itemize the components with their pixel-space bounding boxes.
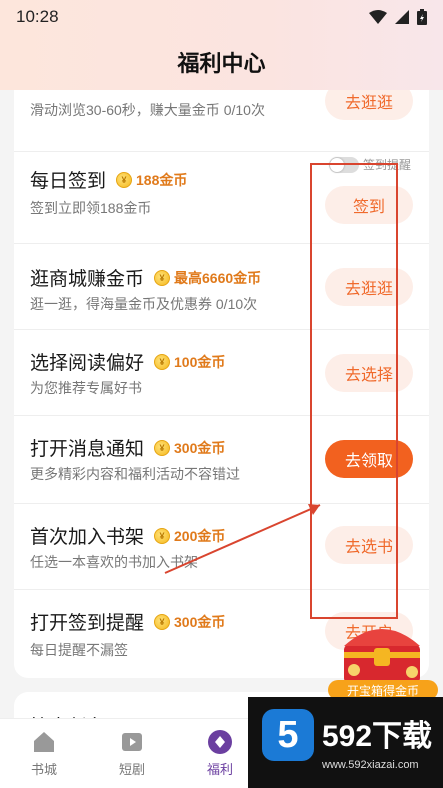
coin-icon: ¥ xyxy=(154,527,171,544)
tab-label: 书城 xyxy=(30,762,57,777)
task-title: 打开签到提醒 xyxy=(30,613,145,634)
task-reward: ¥100金币 xyxy=(154,352,225,372)
coin-icon: ¥ xyxy=(154,353,171,370)
task-desc: 签到立即领188金币 xyxy=(30,200,152,216)
task-row: 选择阅读偏好 ¥100金币 为您推荐专属好书 去选择 xyxy=(14,330,429,416)
task-card: 滑动浏览30-60秒，赚大量金币 0/10次 去逛逛 每日签到 ¥188金币 签… xyxy=(14,90,429,678)
page-title: 福利中心 xyxy=(177,51,266,76)
status-bar: 10:28 xyxy=(0,0,443,34)
task-row: 滑动浏览30-60秒，赚大量金币 0/10次 去逛逛 xyxy=(14,90,429,152)
toggle-label: 签到提醒 xyxy=(362,158,411,172)
task-title: 选择阅读偏好 xyxy=(30,353,145,374)
task-title: 每日签到 xyxy=(30,171,107,192)
task-reward: ¥ 最高6660金币 xyxy=(154,268,261,288)
task-title: 首次加入书架 xyxy=(30,527,145,548)
task-button[interactable]: 去逛逛 xyxy=(325,268,413,306)
battery-icon xyxy=(417,9,427,25)
welfare-icon xyxy=(207,729,233,755)
watermark-logo: 5 xyxy=(262,709,314,761)
status-icons xyxy=(369,9,427,25)
task-reward: ¥200金币 xyxy=(154,526,225,546)
wifi-icon xyxy=(369,10,387,24)
tab-label: 短剧 xyxy=(118,762,145,777)
task-desc: 每日提醒不漏签 xyxy=(30,642,128,658)
tab-label: 福利 xyxy=(206,762,233,777)
task-desc: 更多精彩内容和福利活动不容错过 xyxy=(30,466,240,482)
task-reward: ¥188金币 xyxy=(116,170,187,190)
play-icon xyxy=(119,729,145,755)
toggle-switch[interactable] xyxy=(328,156,359,173)
watermark-title: 592下载 xyxy=(322,720,433,753)
task-desc: 为您推荐专属好书 xyxy=(30,380,142,396)
task-row: 每日签到 ¥188金币 签到立即领188金币 签到提醒 签到 xyxy=(14,152,429,244)
coin-icon: ¥ xyxy=(116,171,133,188)
coin-icon: ¥ xyxy=(154,613,171,630)
task-row: 逛商城赚金币 ¥ 最高6660金币 逛一逛，得海量金币及优惠券 0/10次 去逛逛 xyxy=(14,244,429,330)
watermark-url: www.592xiazai.com xyxy=(322,759,419,771)
task-title: 逛商城赚金币 xyxy=(30,269,145,290)
status-time: 10:28 xyxy=(16,7,59,26)
claim-button[interactable]: 去领取 xyxy=(325,440,413,478)
task-desc: 滑动浏览30-60秒，赚大量金币 0/10次 xyxy=(30,102,265,118)
task-title: 打开消息通知 xyxy=(30,439,145,460)
coin-icon: ¥ xyxy=(154,269,171,286)
task-reward: ¥300金币 xyxy=(154,612,225,632)
task-button[interactable]: 去选择 xyxy=(325,354,413,392)
watermark: 5 592下载 www.592xiazai.com xyxy=(248,697,443,788)
task-reward: ¥300金币 xyxy=(154,438,225,458)
sign-in-button[interactable]: 签到 xyxy=(325,186,413,224)
task-row: 首次加入书架 ¥200金币 任选一本喜欢的书加入书架 去选书 xyxy=(14,504,429,590)
task-desc: 任选一本喜欢的书加入书架 xyxy=(30,554,198,570)
task-row: 打开消息通知 ¥300金币 更多精彩内容和福利活动不容错过 去领取 xyxy=(14,416,429,504)
tab-bookstore[interactable]: 书城 xyxy=(0,719,88,788)
task-button[interactable]: 去逛逛 xyxy=(325,90,413,120)
signal-icon xyxy=(395,10,409,24)
task-desc: 逛一逛，得海量金币及优惠券 0/10次 xyxy=(30,296,258,312)
tab-short-drama[interactable]: 短剧 xyxy=(88,719,176,788)
home-icon xyxy=(31,729,57,755)
sign-reminder-toggle[interactable]: 签到提醒 xyxy=(328,156,411,173)
coin-icon: ¥ xyxy=(154,439,171,456)
task-button[interactable]: 去选书 xyxy=(325,526,413,564)
page-header: 福利中心 xyxy=(0,34,443,90)
